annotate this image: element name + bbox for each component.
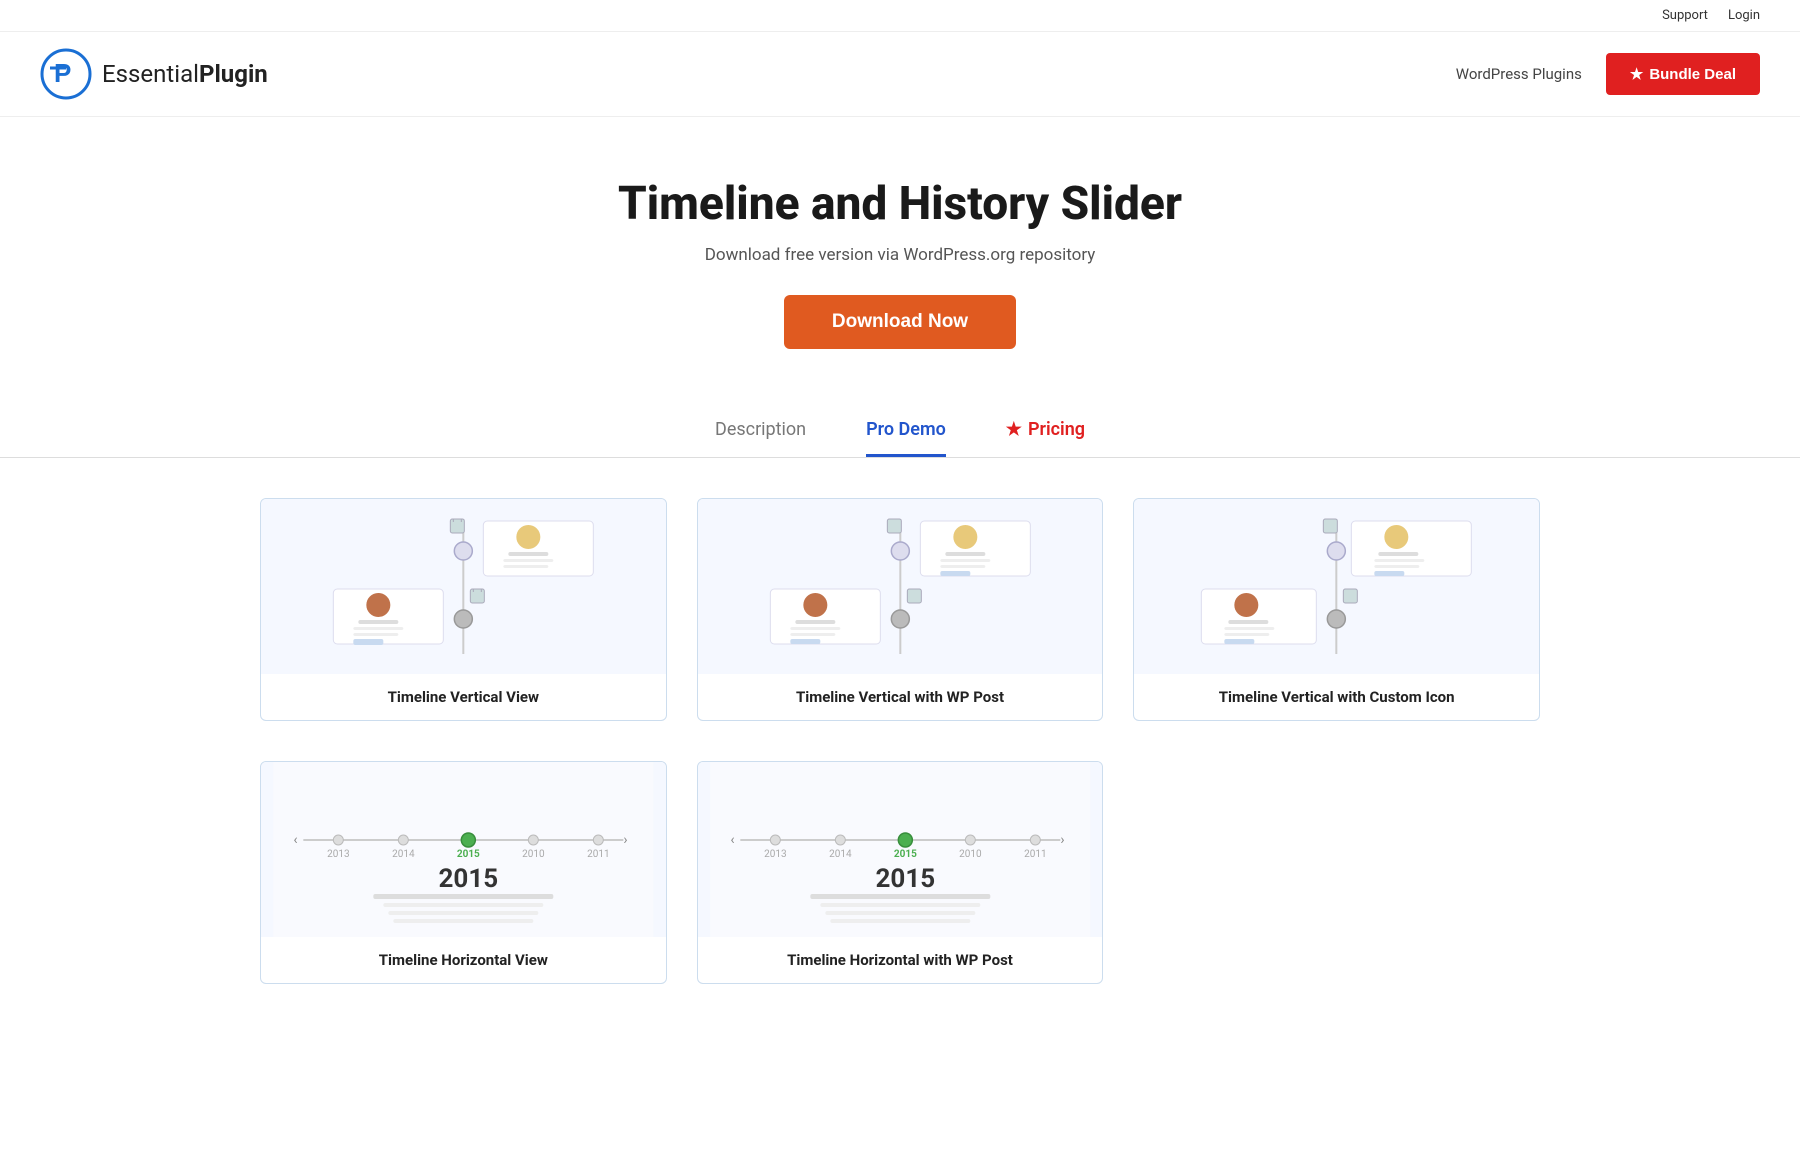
logo-icon: P [40,48,92,100]
svg-text:2014: 2014 [392,849,415,860]
demo-card-horizontal-wp-post: 2013 2014 2015 2010 2011 ‹ › 2015 [697,761,1104,984]
download-now-button[interactable]: Download Now [784,295,1016,349]
top-bar: Support Login [0,0,1800,32]
svg-text:2015: 2015 [894,849,917,860]
svg-text:2011: 2011 [1024,849,1046,860]
logo[interactable]: P EssentialPlugin [40,48,268,100]
demo-card-title: Timeline Horizontal View [261,937,666,983]
svg-text:2010: 2010 [959,849,982,860]
tab-description[interactable]: Description [715,419,806,457]
svg-text:2015: 2015 [457,849,480,860]
demo-grid-top: Timeline Vertical View [220,498,1580,721]
demo-card-image: 2013 2014 2015 2010 2011 ‹ › 2015 [698,762,1103,937]
demo-card-vertical-custom-icon: Timeline Vertical with Custom Icon [1133,498,1540,721]
demo-card-title: Timeline Vertical with WP Post [698,674,1103,720]
hero-title: Timeline and History Slider [40,177,1760,231]
demo-card-image [698,499,1103,674]
svg-text:2011: 2011 [587,849,609,860]
tab-pricing[interactable]: ★ Pricing [1006,419,1085,457]
logo-text: EssentialPlugin [102,60,268,88]
header: P EssentialPlugin WordPress Plugins ★ Bu… [0,32,1800,117]
demo-card-title: Timeline Vertical with Custom Icon [1134,674,1539,720]
wordpress-plugins-link[interactable]: WordPress Plugins [1456,65,1582,83]
star-icon: ★ [1630,65,1643,83]
support-link[interactable]: Support [1662,8,1708,23]
demo-card-vertical-view: Timeline Vertical View [260,498,667,721]
tab-pro-demo[interactable]: Pro Demo [866,419,946,457]
svg-text:2015: 2015 [875,864,935,894]
hero-section: Timeline and History Slider Download fre… [0,117,1800,389]
demo-card-horizontal-view: 2013 2014 2015 2010 2011 ‹ › 2015 [260,761,667,984]
svg-text:2014: 2014 [829,849,852,860]
svg-text:‹: ‹ [730,832,734,848]
svg-text:2013: 2013 [327,849,349,860]
demo-card-image [261,499,666,674]
svg-text:2015: 2015 [438,864,498,894]
hero-subtitle: Download free version via WordPress.org … [40,245,1760,265]
svg-text:2013: 2013 [764,849,786,860]
demo-card-vertical-wp-post: Timeline Vertical with WP Post [697,498,1104,721]
svg-text:‹: ‹ [293,832,297,848]
svg-text:›: › [1060,832,1064,848]
star-icon: ★ [1006,419,1022,440]
demo-card-title: Timeline Horizontal with WP Post [698,937,1103,983]
demo-grid-bottom: 2013 2014 2015 2010 2011 ‹ › 2015 [220,761,1580,984]
svg-text:2010: 2010 [522,849,545,860]
header-nav: WordPress Plugins ★ Bundle Deal [1456,53,1760,95]
demo-card-title: Timeline Vertical View [261,674,666,720]
bundle-deal-button[interactable]: ★ Bundle Deal [1606,53,1760,95]
login-link[interactable]: Login [1728,8,1760,23]
tabs-bar: Description Pro Demo ★ Pricing [0,389,1800,458]
demo-card-image: 2013 2014 2015 2010 2011 ‹ › 2015 [261,762,666,937]
svg-text:›: › [623,832,627,848]
svg-text:P: P [54,58,71,88]
demo-card-image [1134,499,1539,674]
